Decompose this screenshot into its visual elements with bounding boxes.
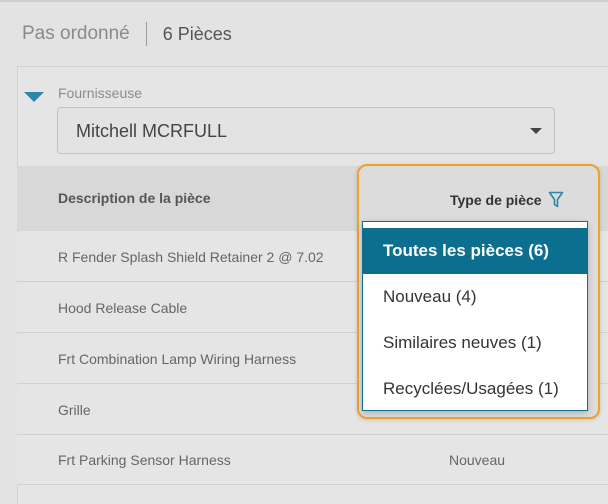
supplier-select-value: Mitchell MCRFULL: [76, 121, 228, 141]
parts-page: Pas ordonné 6 Pièces Fournisseuse Mitche…: [0, 0, 608, 504]
parts-count: 6 Pièces: [162, 23, 232, 44]
order-status: Pas ordonné: [22, 23, 130, 44]
filter-option-similar-new[interactable]: Similaires neuves (1): [363, 320, 587, 366]
column-header-description[interactable]: Description de la pièce: [58, 190, 211, 206]
row-description: Hood Release Cable: [58, 300, 188, 316]
collapse-triangle-icon[interactable]: [24, 92, 44, 102]
row-description: Frt Combination Lamp Wiring Harness: [58, 351, 297, 367]
row-description: Grille: [58, 402, 91, 418]
part-type-filter-menu: Toutes les pièces (6) Nouveau (4) Simila…: [362, 221, 588, 411]
chevron-down-icon: [530, 128, 542, 134]
filter-option-new[interactable]: Nouveau (4): [363, 274, 587, 320]
row-part-type: Nouveau: [449, 452, 506, 468]
supplier-select[interactable]: Mitchell MCRFULL: [57, 107, 555, 154]
filter-option-recycled[interactable]: Recyclées/Usagées (1): [363, 366, 587, 412]
table-row[interactable]: Frt Parking Sensor Harness Nouveau: [17, 435, 608, 485]
header-divider: [145, 22, 147, 46]
row-description: Frt Parking Sensor Harness: [58, 452, 231, 468]
filter-option-all[interactable]: Toutes les pièces (6): [363, 228, 587, 274]
section-header: Pas ordonné 6 Pièces: [22, 20, 232, 48]
filter-icon[interactable]: [548, 191, 564, 209]
top-border: [0, 0, 608, 2]
column-header-part-type[interactable]: Type de pièce: [450, 191, 564, 209]
row-description: R Fender Splash Shield Retainer 2 @ 7.02: [58, 249, 324, 265]
column-header-part-type-label: Type de pièce: [450, 192, 542, 208]
supplier-label: Fournisseuse: [58, 85, 143, 101]
